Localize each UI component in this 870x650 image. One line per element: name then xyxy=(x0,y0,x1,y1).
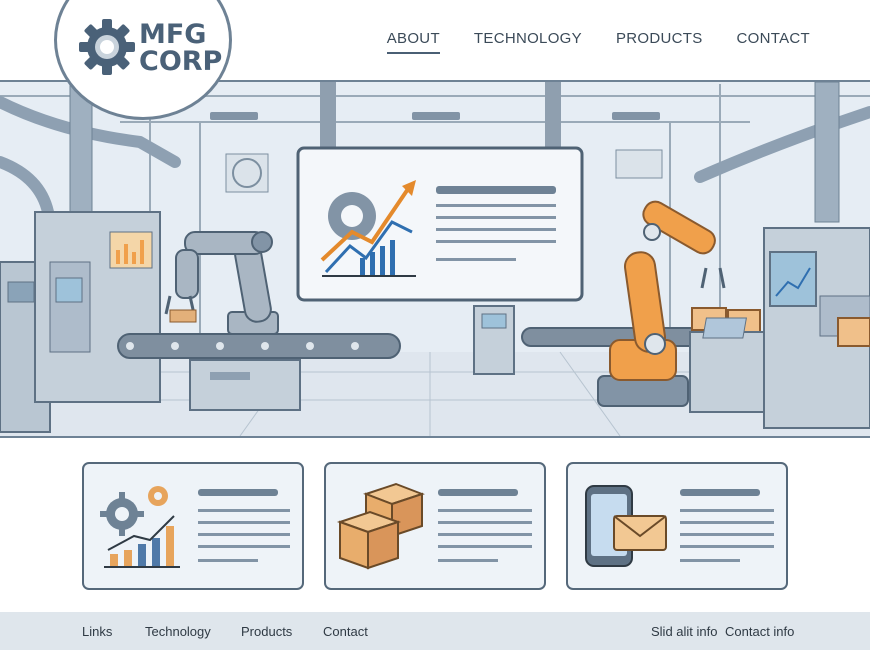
feature-card-products[interactable] xyxy=(324,462,546,590)
logo-wordmark: MFG CORP xyxy=(139,21,222,75)
logo-line-2: CORP xyxy=(139,46,223,77)
logo-line-1: MFG xyxy=(139,19,207,50)
footer-link-products[interactable]: Products xyxy=(241,624,292,639)
nav-about[interactable]: ABOUT xyxy=(386,30,440,54)
feature-card-contact[interactable] xyxy=(566,462,788,590)
footer-link-links[interactable]: Links xyxy=(82,624,112,639)
footer-link-contact[interactable]: Contact xyxy=(323,624,368,639)
boxes-icon xyxy=(336,482,532,570)
footer-link-contact-info[interactable]: Contact info xyxy=(725,624,794,639)
site-header: MFG CORP ABOUT TECHNOLOGY PRODUCTS CONTA… xyxy=(0,0,870,120)
phone-mail-icon xyxy=(585,485,774,567)
footer-link-technology[interactable]: Technology xyxy=(145,624,211,639)
hero-banner xyxy=(0,80,870,438)
nav-products[interactable]: PRODUCTS xyxy=(616,30,703,54)
gears-bar-chart-icon xyxy=(100,486,290,568)
site-footer: Links Technology Products Contact Slid a… xyxy=(0,612,870,650)
gear-icon xyxy=(79,19,135,75)
feature-card-technology[interactable] xyxy=(82,462,304,590)
factory-illustration xyxy=(0,82,870,436)
feature-cards xyxy=(82,462,788,590)
nav-technology[interactable]: TECHNOLOGY xyxy=(474,30,582,54)
footer-link-info[interactable]: Slid alit info xyxy=(651,624,717,639)
nav-contact[interactable]: CONTACT xyxy=(737,30,810,54)
main-nav: ABOUT TECHNOLOGY PRODUCTS CONTACT xyxy=(386,30,810,54)
